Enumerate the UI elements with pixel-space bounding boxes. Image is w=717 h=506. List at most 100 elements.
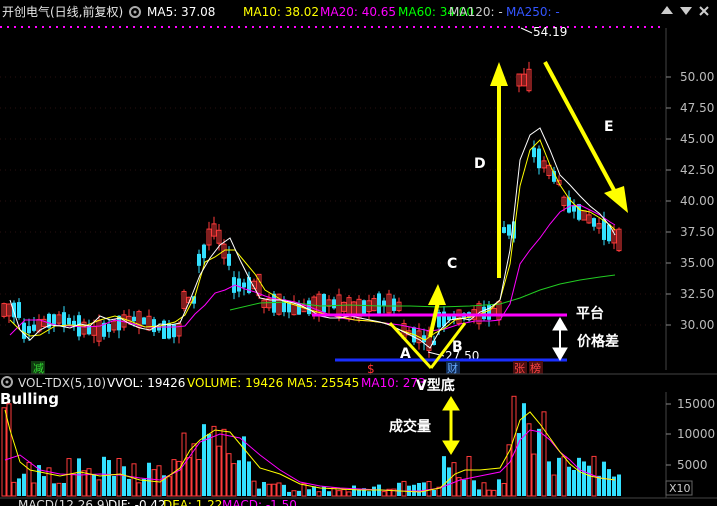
volume-bar	[466, 455, 472, 497]
price-tick-label: 47.50	[680, 101, 714, 115]
volume-bar	[597, 475, 601, 496]
candle-body	[502, 227, 506, 233]
volume-bar	[497, 479, 501, 496]
vvol-value: VVOL: 19426	[107, 376, 185, 390]
volume-label: 成交量	[389, 418, 431, 435]
marker-cai-label: 财	[447, 361, 458, 375]
candle-body	[377, 293, 381, 314]
ma250-value: MA250: -	[506, 5, 560, 19]
candle-body	[322, 293, 326, 313]
volume-bar	[1, 407, 7, 497]
volume-bar	[122, 466, 126, 496]
volume-bar	[572, 469, 576, 496]
high-price-pointer	[520, 27, 533, 34]
candle-body	[362, 300, 366, 316]
volume-bar	[486, 489, 492, 497]
volume-bar	[537, 428, 541, 496]
volume-bar	[171, 459, 177, 497]
volume-bar	[472, 480, 476, 496]
settings-icon[interactable]	[1, 376, 13, 388]
volume-bar	[216, 445, 222, 497]
candle-body	[197, 253, 201, 266]
volume-bar	[297, 490, 301, 496]
volume-bar	[531, 453, 537, 497]
volume-bar	[301, 483, 307, 497]
candle-body	[382, 300, 386, 306]
candle-body	[507, 224, 511, 236]
macd-value: MACD: -1.50	[222, 498, 297, 506]
volume-tick-label: 10000	[677, 427, 715, 441]
candle-body	[132, 316, 136, 322]
volume-bar	[607, 469, 611, 496]
volume-bar	[257, 488, 261, 496]
volume-bar	[567, 466, 571, 496]
close-icon[interactable]	[699, 6, 709, 16]
volume-bar	[481, 482, 487, 497]
settings-icon[interactable]	[129, 6, 141, 18]
volume-bar	[196, 459, 202, 497]
volume-bar	[491, 489, 497, 497]
price-gap-arrow	[552, 317, 568, 361]
candle-body	[392, 298, 396, 311]
volume-bar	[107, 460, 111, 496]
candle-body	[162, 320, 166, 339]
volume-tick-label: 5000	[677, 458, 708, 472]
volume-bar	[202, 424, 206, 496]
volume-bar	[381, 491, 387, 497]
volume-bar	[526, 423, 532, 497]
volume-bar	[71, 473, 77, 497]
volume-bar	[136, 482, 142, 497]
stock-chart[interactable]: 开创电气(日线,前复权) MA5: 37.08 MA10: 38.02 MA20…	[0, 0, 717, 506]
candle-body	[22, 322, 26, 339]
volume-bar	[237, 460, 241, 496]
candle-body	[592, 218, 596, 227]
down-arrow-icon[interactable]	[680, 7, 692, 15]
ma5-value: MA5: 37.08	[147, 5, 215, 19]
volume-bar	[577, 457, 581, 496]
price-tick-label: 30.00	[680, 318, 714, 332]
price-tick-label: 45.00	[680, 132, 714, 146]
volume-bar	[312, 486, 316, 496]
macd-dif-value: DIF: -0.42	[108, 498, 166, 506]
annotation-d-label: D	[474, 156, 486, 172]
volume-bar	[291, 490, 297, 497]
volume-bar	[547, 461, 551, 496]
candle-body	[202, 244, 206, 259]
macd-indicator-name: MACD(12,26,9)	[18, 498, 109, 506]
volume-bar	[401, 480, 407, 497]
volume-bar	[426, 481, 432, 497]
volume-bar	[582, 461, 586, 496]
annotation-a-label: A	[400, 346, 411, 362]
volume-bar	[287, 491, 291, 496]
volume-ma5-value: MA5: 25545	[287, 376, 359, 390]
price-tick-label: 40.00	[680, 194, 714, 208]
volume-bar	[92, 474, 96, 496]
price-gap-label: 价格差	[577, 333, 619, 350]
candle-body	[537, 148, 541, 169]
ma20-value: MA20: 40.65	[320, 5, 396, 19]
volume-bar	[116, 457, 122, 497]
volume-bar	[447, 467, 451, 496]
volume-bar	[617, 474, 621, 496]
volume-bar	[367, 491, 371, 496]
volume-bar	[22, 473, 26, 496]
volume-bar	[271, 483, 277, 497]
annotation-e-label: E	[604, 119, 614, 135]
volume-bar	[186, 457, 192, 497]
up-arrow-icon[interactable]	[661, 6, 673, 14]
volume-bar	[352, 485, 356, 496]
volume-bar	[442, 456, 446, 496]
annotation-c-label: C	[447, 256, 457, 272]
volume-bar	[112, 475, 116, 496]
volume-bar	[451, 462, 457, 497]
annotation-b-label: B	[452, 339, 463, 355]
volume-bar	[142, 478, 146, 496]
candle-body	[32, 324, 36, 331]
volume-unit-label: X10	[669, 482, 691, 495]
watermark-bulling: Bulling	[0, 390, 59, 408]
volume-bar	[561, 456, 567, 497]
candle-body	[152, 319, 156, 333]
volume-bar	[242, 436, 246, 496]
candle-body	[487, 304, 491, 320]
candle-body	[107, 323, 111, 332]
